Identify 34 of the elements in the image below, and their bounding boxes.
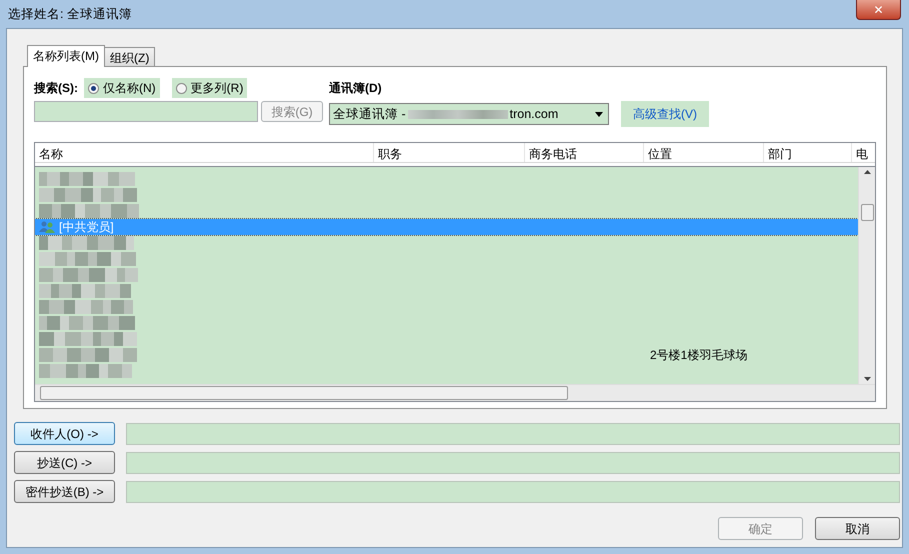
scroll-thumb[interactable]: [860, 204, 874, 221]
column-header[interactable]: 名称: [35, 143, 374, 162]
group-name: [中共党员]: [59, 219, 114, 236]
recipient-field[interactable]: [126, 422, 900, 444]
scroll-down-icon[interactable]: [864, 377, 870, 381]
recipient-field[interactable]: [126, 480, 900, 502]
search-field[interactable]: [34, 101, 258, 122]
caret-icon: [595, 112, 603, 116]
horizontal-scrollbar[interactable]: [35, 384, 875, 401]
group-icon: [39, 221, 55, 233]
table-row[interactable]: 2号楼1楼羽毛球场: [35, 347, 858, 363]
column-header[interactable]: 部门: [764, 143, 852, 162]
recipient-button[interactable]: 抄送(C) ->: [14, 451, 115, 474]
vertical-scrollbar[interactable]: [858, 167, 875, 384]
table-cell-text: 2号楼1楼羽毛球场: [650, 347, 748, 364]
address-book-dropdown[interactable]: 全球通讯簿 - tron.com: [329, 103, 609, 125]
search-label: 搜索(S):: [34, 80, 78, 97]
column-header[interactable]: 商务电话: [525, 143, 644, 162]
radio-option[interactable]: 仅名称(N): [84, 78, 160, 98]
recipient-button[interactable]: 密件抄送(B) ->: [14, 480, 115, 503]
scroll-thumb[interactable]: [40, 386, 568, 400]
radio-option[interactable]: 更多列(R): [172, 78, 248, 98]
column-header[interactable]: 电: [852, 143, 875, 162]
column-header[interactable]: 位置: [644, 143, 764, 162]
tab[interactable]: 名称列表(M): [27, 45, 105, 67]
window-title: 选择姓名: 全球通讯簿: [8, 6, 132, 23]
advanced-find-button[interactable]: 高级查找(V): [621, 101, 709, 127]
recipient-field[interactable]: [126, 452, 900, 474]
recipient-button[interactable]: 收件人(O) ->: [14, 422, 115, 445]
column-header[interactable]: 职务: [374, 143, 525, 162]
tab[interactable]: 组织(Z): [104, 47, 156, 66]
address-book-label: 通讯簿(D): [329, 80, 383, 97]
scroll-up-icon[interactable]: [864, 170, 870, 174]
dialog-button[interactable]: 取消: [815, 517, 900, 540]
